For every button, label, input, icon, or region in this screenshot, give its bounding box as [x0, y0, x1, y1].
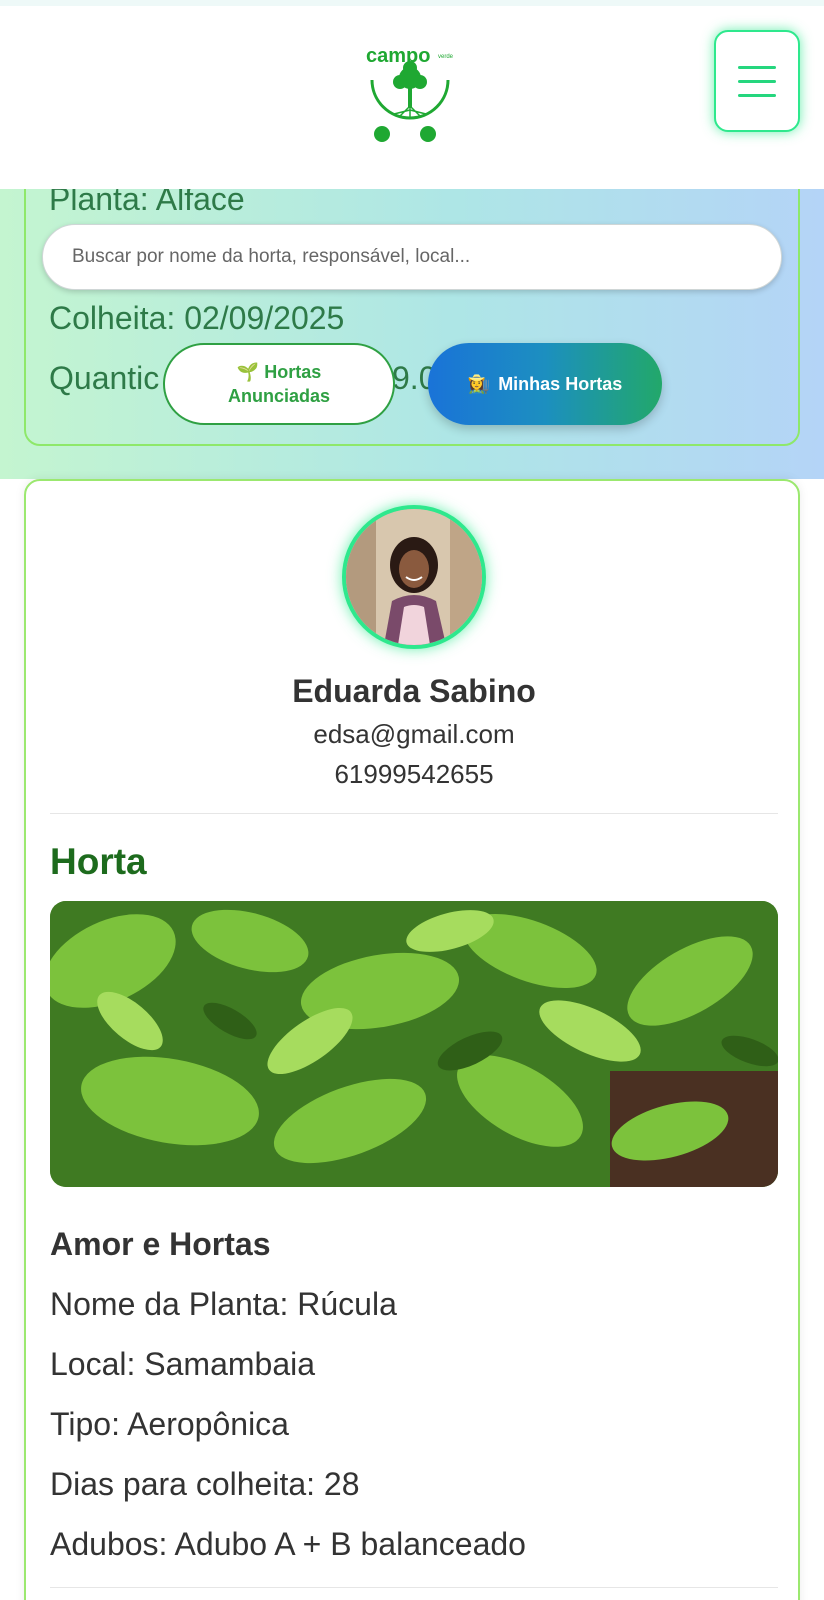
hamburger-icon	[738, 65, 776, 69]
section-title-horta: Horta	[50, 841, 147, 882]
hortas-anunciadas-button[interactable]: 🌱 Hortas Anunciadas	[163, 343, 395, 425]
app-header: campo verde	[0, 6, 824, 189]
search-bar[interactable]	[42, 224, 782, 290]
hamburger-menu-button[interactable]	[714, 30, 800, 132]
logo-text: campo	[366, 45, 430, 67]
garden-location: Local: Samambaia	[50, 1346, 316, 1382]
hortas-button-label: Hortas	[264, 362, 322, 382]
hamburger-icon-line	[738, 79, 776, 83]
seedling-icon: 🌱	[236, 362, 260, 382]
plant-name: Nome da Planta: Rúcula	[50, 1286, 397, 1322]
divider	[50, 813, 778, 814]
previous-harvest-text: Colheita: 02/09/2025	[49, 300, 345, 336]
fertilizers: Adubos: Adubo A + B balanceado	[50, 1526, 526, 1562]
avatar	[342, 505, 486, 649]
profile-email: edsa@gmail.com	[313, 719, 515, 749]
search-input[interactable]	[72, 246, 781, 268]
divider	[50, 1587, 778, 1588]
profile-name: Eduarda Sabino	[292, 673, 536, 709]
campo-logo[interactable]: campo verde	[364, 40, 458, 146]
profile-phone: 61999542655	[334, 759, 494, 789]
garden-name: Amor e Hortas	[50, 1226, 271, 1262]
days-to-harvest: Dias para colheita: 28	[50, 1466, 360, 1502]
minhas-hortas-button[interactable]: 👩‍🌾 Minhas Hortas	[428, 343, 662, 425]
logo-small-text: verde	[438, 54, 454, 60]
hamburger-icon-line	[738, 93, 776, 97]
farmer-icon: 👩‍🌾	[467, 373, 491, 394]
previous-quantity-text: Quantic	[49, 360, 160, 396]
hortas-button-label-2: Anunciadas	[227, 386, 331, 406]
garden-profile-card: Eduarda Sabino edsa@gmail.com 6199954265…	[24, 479, 800, 1600]
hortas-button-line1: 🌱 Hortas	[237, 360, 321, 384]
garden-type: Tipo: Aeropônica	[50, 1406, 289, 1442]
minhas-hortas-label: Minhas Hortas	[498, 373, 623, 394]
garden-photo	[50, 901, 778, 1187]
